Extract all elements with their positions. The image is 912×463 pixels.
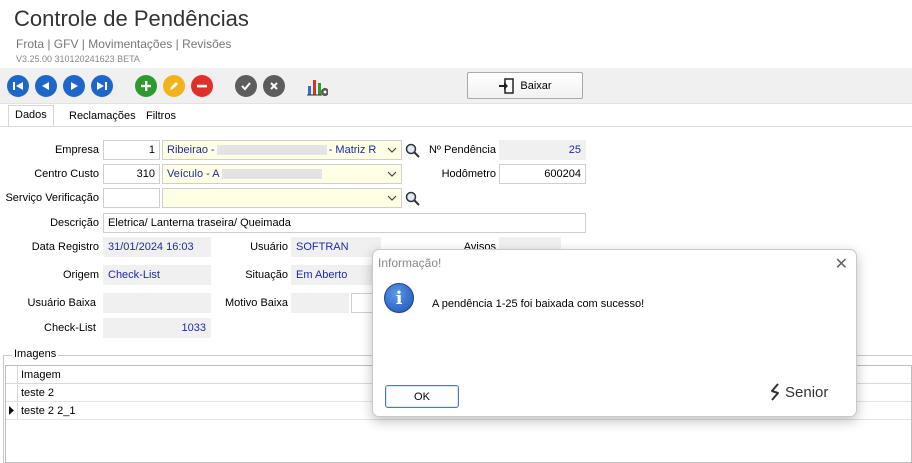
origem-field: Check-List	[103, 265, 211, 285]
senior-logo-text: Senior	[785, 383, 829, 401]
search-icon[interactable]	[405, 143, 421, 159]
empresa-select-value: Ribeirao - - Matriz R	[167, 144, 376, 156]
ok-button[interactable]: OK	[385, 385, 459, 408]
tab-dados[interactable]: Dados	[8, 105, 54, 127]
table-cell: teste 2	[21, 387, 55, 399]
usuario-baixa-label: Usuário Baixa	[27, 297, 96, 309]
next-record-button[interactable]	[63, 75, 85, 97]
close-icon[interactable]: ✕	[835, 254, 848, 274]
redacted-mask	[216, 145, 327, 156]
tab-divider	[0, 126, 912, 127]
chevron-down-icon	[387, 195, 397, 201]
edit-icon	[170, 82, 178, 90]
empresa-code-input[interactable]: 1	[103, 140, 160, 160]
first-record-button[interactable]	[7, 75, 29, 97]
check-list-label: Check-List	[44, 322, 96, 334]
usuario-label: Usuário	[250, 241, 288, 253]
first-icon	[13, 82, 23, 90]
row-indicator	[6, 384, 18, 401]
hodometro-label: Hodômetro	[441, 168, 496, 180]
dialog-message: A pendência 1-25 foi baixada com sucesso…	[432, 298, 645, 310]
previous-record-button[interactable]	[35, 75, 57, 97]
redacted-mask	[221, 169, 322, 180]
baixar-label: Baixar	[520, 79, 552, 92]
remove-button[interactable]	[191, 75, 213, 97]
add-icon	[141, 81, 151, 91]
baixar-button[interactable]: Baixar	[467, 72, 583, 99]
info-icon: i	[384, 283, 414, 313]
motivo-baixa-label: Motivo Baixa	[225, 297, 288, 309]
servico-verificacao-code-input[interactable]	[103, 188, 160, 208]
tab-reclamacoes[interactable]: Reclamações	[63, 107, 142, 127]
breadcrumb: Frota | GFV | Movimentações | Revisões	[16, 37, 232, 51]
tab-filtros[interactable]: Filtros	[140, 107, 182, 127]
confirm-icon	[241, 82, 251, 91]
descricao-label: Descrição	[50, 217, 99, 229]
servico-verificacao-label: Serviço Verificação	[5, 192, 99, 204]
usuario-field: SOFTRAN	[291, 237, 381, 257]
senior-logo: Senior	[769, 382, 828, 402]
cancel-icon	[270, 82, 278, 90]
n-pendencia-label: Nº Pendência	[428, 144, 496, 156]
column-header-imagem[interactable]: Imagem	[21, 369, 61, 381]
next-icon	[71, 82, 78, 90]
report-button[interactable]	[306, 75, 328, 97]
motivo-baixa-code-field	[291, 293, 349, 313]
usuario-baixa-field	[103, 293, 211, 313]
n-pendencia-field: 25	[499, 140, 586, 160]
edit-button[interactable]	[163, 75, 185, 97]
info-dialog: Informação! ✕ i A pendência 1-25 foi bai…	[372, 249, 857, 417]
check-list-field: 1033	[103, 318, 211, 338]
dialog-title: Informação!	[378, 256, 442, 270]
situacao-label: Situação	[245, 269, 288, 281]
empresa-name-suffix: - Matriz R	[328, 144, 377, 156]
version-label: V3.25.00 310120241623 BETA	[16, 54, 140, 64]
toolbar: Baixar	[0, 68, 912, 104]
current-row-arrow-icon	[9, 406, 14, 415]
servico-verificacao-select[interactable]	[162, 188, 402, 208]
centro-custo-name-prefix: Veículo - A	[167, 168, 220, 180]
centro-custo-label: Centro Custo	[34, 168, 99, 180]
centro-custo-select-value: Veículo - A	[167, 168, 324, 180]
hodometro-input[interactable]: 600204	[499, 164, 586, 184]
exit-door-icon	[499, 77, 515, 94]
senior-logo-icon	[771, 383, 779, 401]
add-button[interactable]	[135, 75, 157, 97]
cancel-button[interactable]	[263, 75, 285, 97]
empresa-name-prefix: Ribeirao -	[167, 144, 215, 156]
situacao-field: Em Aberto	[291, 265, 381, 285]
descricao-input[interactable]: Eletrica/ Lanterna traseira/ Queimada	[103, 213, 586, 233]
chevron-down-icon	[387, 147, 397, 153]
centro-custo-code-input[interactable]: 310	[103, 164, 160, 184]
data-registro-label: Data Registro	[31, 241, 99, 253]
last-icon	[97, 82, 107, 90]
grid-indicator-header	[6, 366, 18, 383]
remove-icon	[197, 84, 207, 88]
table-cell: teste 2 2_1	[21, 405, 76, 417]
empresa-select[interactable]: Ribeirao - - Matriz R	[162, 140, 402, 160]
chevron-down-icon	[387, 171, 397, 177]
prev-icon	[42, 82, 49, 90]
data-registro-field: 31/01/2024 16:03	[103, 237, 211, 257]
report-settings-icon	[307, 80, 328, 96]
row-indicator	[6, 402, 18, 419]
origem-label: Origem	[62, 269, 99, 281]
imagens-group-title: Imagens	[12, 348, 59, 360]
search-icon[interactable]	[405, 191, 421, 207]
centro-custo-select[interactable]: Veículo - A	[162, 164, 402, 184]
dialog-body: i A pendência 1-25 foi baixada com suces…	[373, 278, 856, 416]
confirm-button[interactable]	[235, 75, 257, 97]
last-record-button[interactable]	[91, 75, 113, 97]
page-title: Controle de Pendências	[14, 6, 249, 31]
empresa-label: Empresa	[54, 144, 99, 156]
